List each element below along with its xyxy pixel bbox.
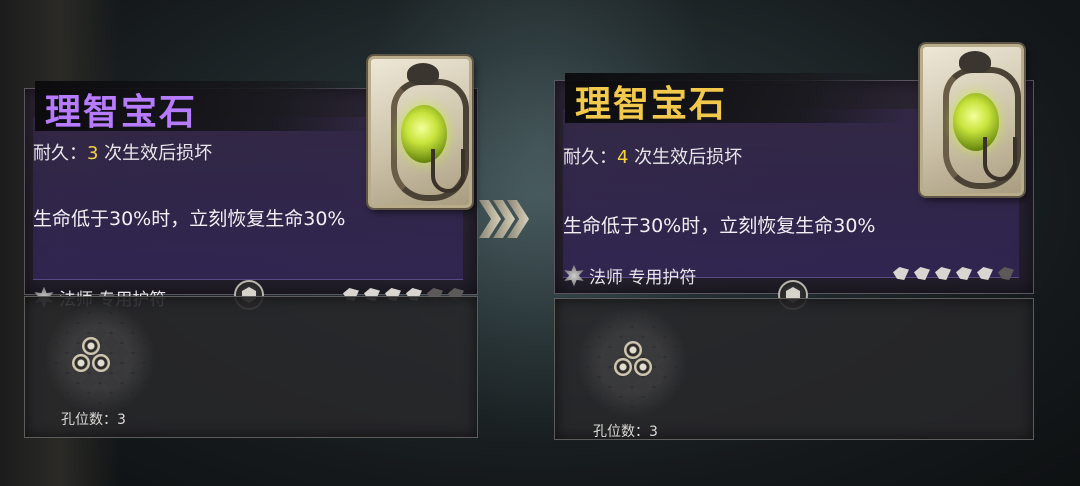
- durability-suffix: 次生效后损坏: [98, 143, 213, 164]
- durability-text: 耐久：4 次生效后损坏: [563, 143, 742, 169]
- card-hook: [983, 137, 1017, 181]
- socket-icon: [82, 337, 100, 355]
- durability-text: 耐久：3 次生效后损坏: [33, 139, 212, 165]
- socket-count: 孔位数：3: [593, 424, 658, 440]
- mage-class-icon: [564, 264, 584, 287]
- star-icon: [956, 267, 972, 280]
- star-icon: [914, 267, 930, 280]
- durability-label: 耐久：: [563, 147, 617, 168]
- socket-grid-panel: 孔位数：3: [24, 296, 478, 438]
- star-rating: [893, 267, 1014, 280]
- effect-text: 生命低于30%时，立刻恢复生命30%: [33, 208, 346, 230]
- socket-cluster-icon: [71, 337, 111, 373]
- socket-cluster-icon: [613, 341, 653, 377]
- socket-icon: [92, 354, 110, 372]
- star-icon: [935, 267, 951, 280]
- triple-chevron-right-icon: [479, 200, 529, 238]
- socket-icon: [624, 341, 642, 359]
- item-title: 理智宝石: [45, 91, 198, 133]
- socket-icon: [72, 354, 90, 372]
- item-title: 理智宝石: [575, 83, 728, 125]
- durability-label: 耐久：: [33, 143, 87, 164]
- socket-count: 孔位数：3: [61, 412, 126, 428]
- socket-icon: [634, 358, 652, 376]
- effect-text: 生命低于30%时，立刻恢复生命30%: [563, 215, 876, 237]
- socket-icon: [614, 358, 632, 376]
- class-restriction: 法师 专用护符: [563, 263, 696, 288]
- item-panel-after: 理智宝石 耐久：4 次生效后损坏 生命低于30%时，立刻恢复生命30% 法师 专…: [540, 0, 1080, 486]
- sanity-gem-card-icon[interactable]: [368, 56, 472, 208]
- star-icon: [893, 267, 909, 280]
- socket-grid-panel: 孔位数：3: [554, 298, 1034, 440]
- card-skull: [407, 63, 439, 85]
- card-hook: [431, 149, 465, 193]
- durability-suffix: 次生效后损坏: [628, 147, 743, 168]
- item-panel-before: 理智宝石 耐久：3 次生效后损坏 生命低于30%时，立刻恢复生命30% 法师 专…: [0, 0, 480, 486]
- durability-value: 4: [617, 147, 629, 168]
- star-empty-icon: [998, 267, 1014, 280]
- star-icon: [977, 267, 993, 280]
- card-skull: [959, 51, 991, 73]
- sanity-gem-card-icon[interactable]: [920, 44, 1024, 196]
- durability-value: 3: [87, 143, 99, 164]
- class-label: 法师 专用护符: [589, 268, 697, 288]
